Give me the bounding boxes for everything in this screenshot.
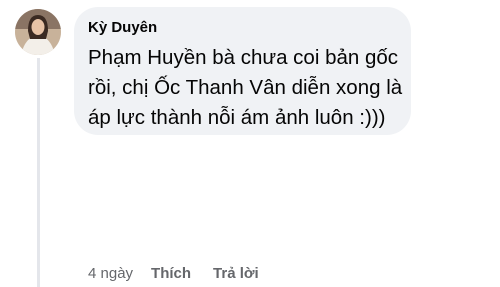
avatar[interactable] [15, 9, 61, 55]
comment-author-name[interactable]: Kỳ Duyên [88, 19, 157, 36]
comment-timestamp[interactable]: 4 ngày [88, 265, 133, 282]
profile-photo [15, 9, 61, 55]
comment-text: Phạm Huyền bà chưa coi bản gốc rồi, chị … [88, 46, 403, 129]
comment-actions: 4 ngày Thích Trả lời [88, 263, 259, 283]
thread-connector-line [37, 58, 40, 287]
reply-button[interactable]: Trả lời [213, 265, 259, 282]
comment-bubble: Kỳ Duyên Phạm Huyền bà chưa coi bản gốc … [74, 7, 411, 135]
comment-thread: Kỳ Duyên Phạm Huyền bà chưa coi bản gốc … [0, 0, 500, 287]
like-button[interactable]: Thích [151, 265, 191, 282]
